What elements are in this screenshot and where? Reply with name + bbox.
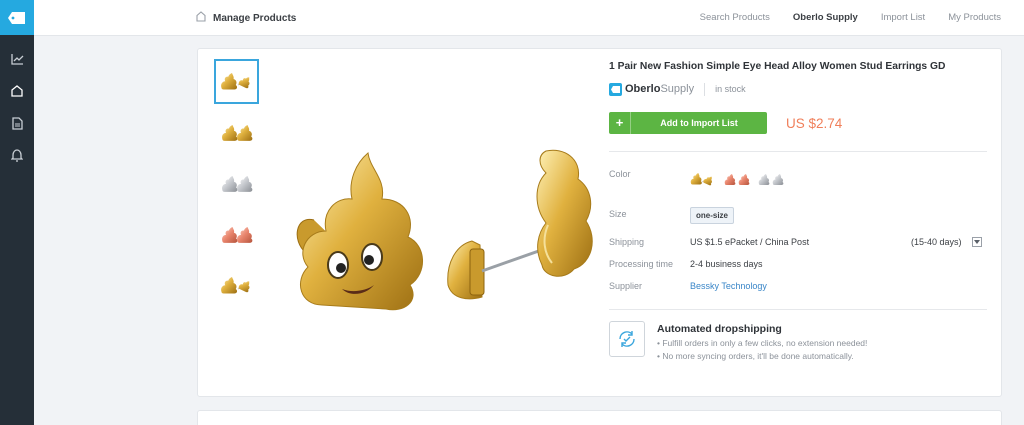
bell-icon[interactable] xyxy=(0,139,34,171)
color-label: Color xyxy=(609,169,631,179)
nav-import-list[interactable]: Import List xyxy=(881,12,925,23)
supplier-label: Supplier xyxy=(609,281,643,291)
nav-search-products[interactable]: Search Products xyxy=(700,12,770,23)
nav-my-products[interactable]: My Products xyxy=(948,12,1001,23)
shipping-label: Shipping xyxy=(609,237,645,247)
product-main-image[interactable] xyxy=(276,145,594,321)
plus-icon: + xyxy=(609,112,631,134)
breadcrumb[interactable]: Manage Products xyxy=(196,11,296,25)
automation-line-2: • No more syncing orders, it'll be done … xyxy=(657,351,854,361)
product-price: US $2.74 xyxy=(786,116,843,131)
brand-suffix: Supply xyxy=(660,83,695,95)
size-label: Size xyxy=(609,209,627,219)
tag-icon xyxy=(609,82,622,96)
thumbnail-5[interactable] xyxy=(214,263,259,308)
chart-icon[interactable] xyxy=(0,43,34,75)
stock-status: in stock xyxy=(715,84,746,94)
processing-label: Processing time xyxy=(609,259,674,269)
shipping-value: US $1.5 ePacket / China Post xyxy=(690,237,810,247)
color-swatch-gold[interactable] xyxy=(690,172,718,191)
document-icon[interactable] xyxy=(0,107,34,139)
automation-title: Automated dropshipping xyxy=(657,323,782,335)
size-option[interactable]: one-size xyxy=(690,207,735,224)
thumbnail-1[interactable] xyxy=(214,59,259,104)
breadcrumb-label: Manage Products xyxy=(213,12,297,24)
shipping-dropdown-toggle[interactable] xyxy=(972,237,982,247)
home-outline-icon xyxy=(196,11,206,25)
refresh-cycle-icon xyxy=(609,321,645,357)
add-button-label: Add to Import List xyxy=(660,118,738,128)
next-product-card xyxy=(197,410,1002,425)
divider xyxy=(609,151,987,152)
oberlo-supply-badge: Oberlo Supply in stock xyxy=(609,82,746,96)
thumbnail-4[interactable] xyxy=(214,212,259,257)
thumbnail-3[interactable] xyxy=(214,161,259,206)
sidebar xyxy=(0,0,34,425)
top-nav: Search Products Oberlo Supply Import Lis… xyxy=(700,12,1001,23)
color-swatch-silver[interactable] xyxy=(758,172,786,191)
add-to-import-list-button[interactable]: + Add to Import List xyxy=(609,112,767,134)
shipping-days: (15-40 days) xyxy=(911,237,962,247)
caret-down-icon xyxy=(974,240,980,244)
color-swatch-rose-gold[interactable] xyxy=(724,172,752,191)
home-icon[interactable] xyxy=(0,75,34,107)
divider xyxy=(609,309,987,310)
nav-oberlo-supply[interactable]: Oberlo Supply xyxy=(793,12,858,23)
product-card: 1 Pair New Fashion Simple Eye Head Alloy… xyxy=(197,48,1002,397)
processing-value: 2-4 business days xyxy=(690,259,763,269)
automation-line-1: • Fulfill orders in only a few clicks, n… xyxy=(657,338,868,348)
product-title: 1 Pair New Fashion Simple Eye Head Alloy… xyxy=(609,61,946,72)
top-bar: Manage Products Search Products Oberlo S… xyxy=(34,0,1024,36)
divider xyxy=(704,82,706,96)
thumbnail-2[interactable] xyxy=(214,110,259,155)
color-swatches xyxy=(690,172,786,191)
tag-icon[interactable] xyxy=(0,0,34,35)
supplier-link[interactable]: Bessky Technology xyxy=(690,281,767,291)
brand-name: Oberlo xyxy=(625,83,661,95)
thumbnail-list xyxy=(214,59,260,314)
